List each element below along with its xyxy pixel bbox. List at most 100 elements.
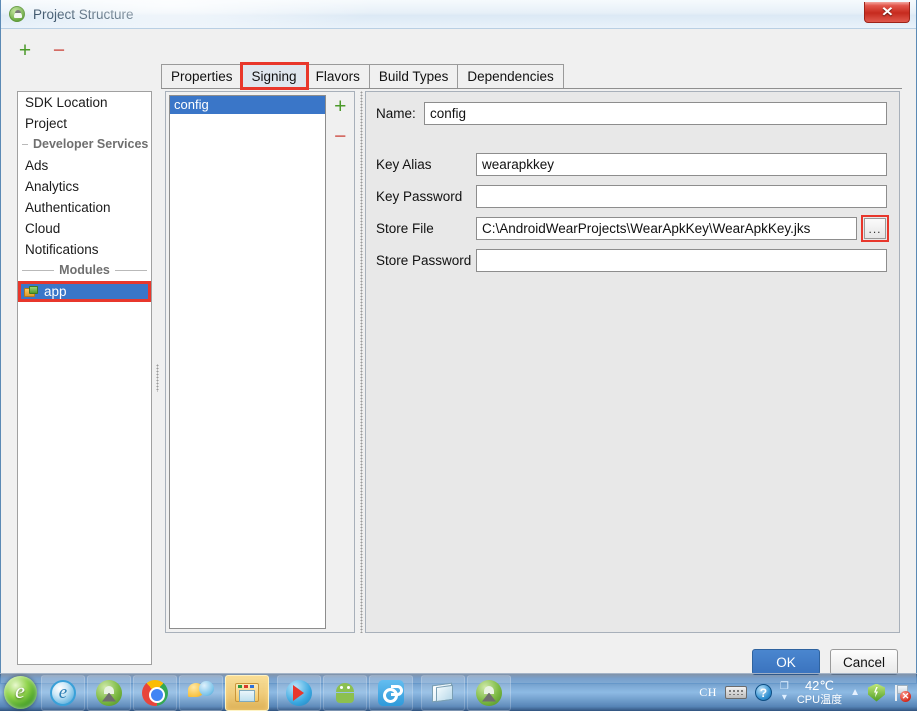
splitter-grip-icon (156, 364, 159, 392)
sidebar-item-ads[interactable]: Ads (18, 155, 151, 176)
signing-config-panel: config + − (165, 91, 355, 633)
sidebar-group-label: Developer Services (33, 137, 149, 151)
key-alias-input[interactable]: wearapkkey (476, 153, 887, 176)
sidebar-item-notifications[interactable]: Notifications (18, 239, 151, 260)
folder-icon (234, 682, 260, 704)
sidebar-item-app[interactable]: app (18, 281, 151, 302)
sidebar-item-label: app (44, 284, 67, 299)
start-button[interactable] (0, 674, 40, 712)
store-password-input[interactable] (476, 249, 887, 272)
key-alias-label: Key Alias (376, 157, 432, 172)
notepad-icon (430, 682, 456, 704)
android-studio-icon (96, 679, 122, 706)
dialog-body: + − SDK Location Project Developer Servi… (1, 29, 916, 683)
sidebar-group-modules: Modules (18, 260, 151, 281)
store-file-input[interactable]: C:\AndroidWearProjects\WearApkKey\WearAp… (476, 217, 857, 240)
android-robot-icon (333, 682, 357, 704)
project-structure-dialog: Project Structure ✕ + − SDK Location Pro… (0, 0, 917, 684)
key-password-label: Key Password (376, 189, 463, 204)
tab-flavors[interactable]: Flavors (305, 64, 370, 88)
sidebar-item-analytics[interactable]: Analytics (18, 176, 151, 197)
chevron-down-icon: ▾ (781, 692, 787, 703)
shield-icon[interactable] (868, 683, 885, 702)
remove-config-button[interactable]: − (330, 126, 350, 147)
chrome-icon (142, 679, 168, 706)
field-row-store-file: Store File C:\AndroidWearProjects\WearAp… (376, 215, 889, 242)
sidebar-toolbar: + − (15, 37, 145, 63)
module-icon (24, 285, 38, 298)
splitter-grip-icon (360, 91, 363, 633)
ok-button[interactable]: OK (752, 649, 820, 675)
flag-badge: ✕ (900, 690, 911, 702)
window-title: Project Structure (33, 6, 134, 22)
link-icon (378, 679, 404, 706)
add-module-button[interactable]: + (15, 40, 35, 61)
name-label: Name: (376, 106, 416, 121)
store-file-label: Store File (376, 221, 434, 236)
dialog-button-bar: OK Cancel (752, 649, 898, 675)
add-config-button[interactable]: + (330, 96, 350, 117)
windows-taskbar: CH ? ❐ ▾ 42℃ CPU温度 ▲ ✕ (0, 673, 917, 711)
desktop: Project Structure ✕ + − SDK Location Pro… (0, 0, 917, 711)
window-titlebar: Project Structure ✕ (1, 0, 916, 29)
flag-error-icon[interactable]: ✕ (893, 684, 911, 702)
ie-icon (50, 679, 76, 706)
taskbar-item-notepad[interactable] (421, 674, 465, 711)
help-icon[interactable]: ? (754, 684, 772, 701)
start-orb-icon (3, 676, 37, 709)
store-password-label: Store Password (376, 253, 472, 268)
tab-properties[interactable]: Properties (161, 64, 243, 88)
signing-config-list: config (169, 95, 327, 629)
store-file-browse-highlight: ... (861, 215, 889, 242)
taskbar-items (40, 674, 512, 712)
signing-config-form: Name: config Key Alias wearapkkey Key Pa… (365, 91, 900, 633)
sidebar-item-authentication[interactable]: Authentication (18, 197, 151, 218)
sidebar-group-developer-services: Developer Services (18, 134, 151, 155)
chat-bubbles-icon (188, 680, 214, 706)
field-row-name: Name: config (376, 102, 887, 125)
taskbar-item-qq[interactable] (179, 674, 223, 711)
taskbar-item-android-emulator[interactable] (323, 674, 367, 711)
config-list-item[interactable]: config (170, 96, 326, 114)
remove-module-button[interactable]: − (49, 40, 69, 61)
tray-overflow[interactable]: ❐ ▾ (780, 682, 789, 703)
close-button[interactable]: ✕ (864, 2, 910, 23)
sidebar-item-project[interactable]: Project (18, 113, 151, 134)
close-icon: ✕ (880, 4, 894, 19)
signing-tab-panel: config + − Name: config Key Alias wearap… (161, 89, 902, 635)
tab-bar: Properties Signing Flavors Build Types D… (161, 62, 902, 90)
cpu-temp-value: 42℃ (804, 677, 834, 693)
sidebar-item-cloud[interactable]: Cloud (18, 218, 151, 239)
taskbar-item-media-player[interactable] (277, 674, 321, 711)
taskbar-item-chrome[interactable] (133, 674, 177, 711)
sidebar-list: SDK Location Project Developer Services … (17, 91, 152, 665)
play-icon (286, 679, 312, 706)
taskbar-item-android-studio-window[interactable] (467, 674, 511, 711)
android-studio-icon (476, 679, 502, 706)
field-row-key-alias: Key Alias wearapkkey (376, 153, 887, 176)
tab-dependencies[interactable]: Dependencies (457, 64, 564, 88)
window-restore-icon: ❐ (779, 681, 789, 692)
taskbar-item-file-explorer[interactable] (225, 674, 269, 711)
field-row-store-password: Store Password (376, 249, 887, 272)
sidebar-group-label: Modules (59, 263, 110, 277)
cpu-temp-label: CPU温度 (796, 693, 843, 706)
system-tray: CH ? ❐ ▾ 42℃ CPU温度 ▲ ✕ (699, 674, 917, 712)
key-password-input[interactable] (476, 185, 887, 208)
config-list-toolbar: + − (326, 92, 354, 632)
name-input[interactable]: config (424, 102, 887, 125)
keyboard-icon[interactable] (724, 686, 747, 699)
cpu-temperature-widget[interactable]: 42℃ CPU温度 (796, 677, 843, 707)
sidebar-item-sdk-location[interactable]: SDK Location (18, 92, 151, 113)
store-file-browse-button[interactable]: ... (864, 218, 886, 239)
tab-build-types[interactable]: Build Types (368, 64, 459, 88)
cancel-button[interactable]: Cancel (830, 649, 898, 675)
taskbar-item-internet-explorer[interactable] (41, 674, 85, 711)
field-row-key-password: Key Password (376, 185, 887, 208)
ime-indicator[interactable]: CH (699, 685, 717, 700)
taskbar-item-android-studio[interactable] (87, 674, 131, 711)
show-hidden-icons-icon[interactable]: ▲ (850, 687, 860, 698)
android-studio-icon (9, 6, 25, 22)
tab-signing[interactable]: Signing (239, 62, 309, 90)
taskbar-item-blue-app[interactable] (369, 674, 413, 711)
